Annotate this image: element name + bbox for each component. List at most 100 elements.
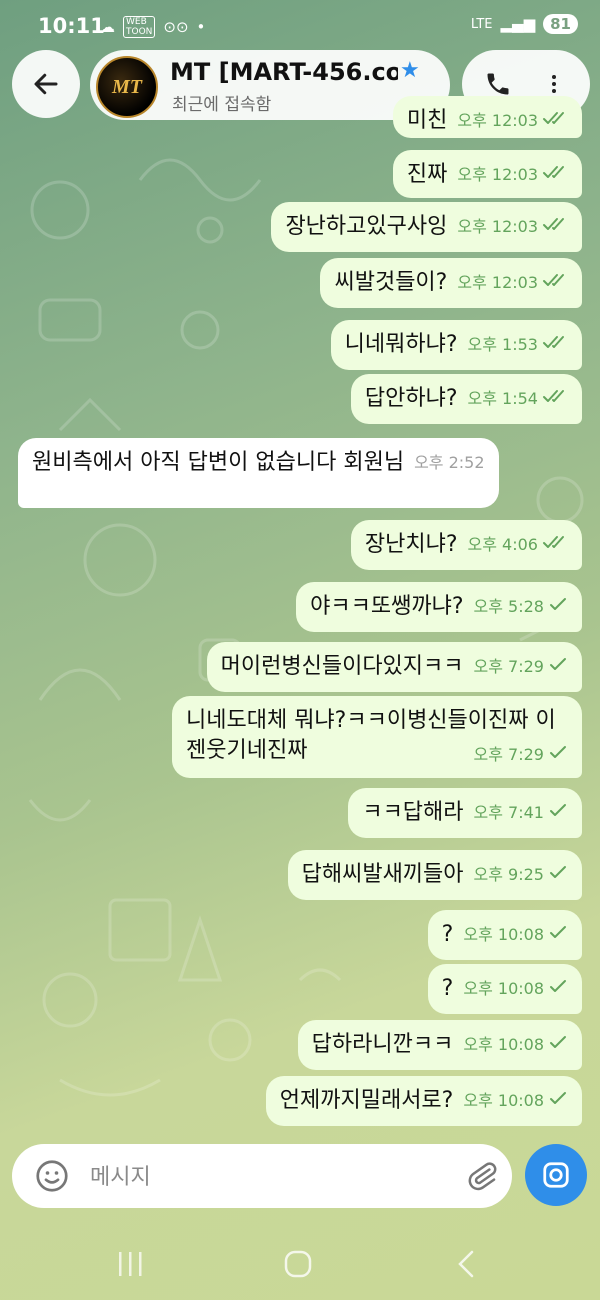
avatar-text: MT [112, 75, 142, 98]
smiley-icon[interactable] [34, 1158, 70, 1194]
double-check-icon [542, 160, 568, 190]
back-nav-button[interactable] [446, 1246, 486, 1282]
incoming-message[interactable]: 원비측에서 아직 답변이 없습니다 회원님 오후 2:52 [18, 438, 499, 508]
check-icon [548, 592, 568, 622]
message-meta: 오후 10:08 [463, 1086, 568, 1116]
message-input[interactable] [88, 1158, 452, 1196]
message-text: 미친 [406, 108, 448, 133]
outgoing-message[interactable]: 장난하고있구사잉 오후 12:03 [271, 202, 582, 252]
double-check-icon [542, 212, 568, 242]
message-time: 오후 7:41 [473, 803, 544, 822]
message-text: 원비측에서 아직 답변이 없습니다 회원님 [32, 450, 405, 475]
check-icon [548, 798, 568, 828]
cloud-icon: ☁ [100, 18, 115, 36]
message-text: ㅋㅋ답해라 [362, 800, 464, 825]
outgoing-message[interactable]: 장난치냐? 오후 4:06 [350, 520, 582, 570]
recent-apps-button[interactable] [110, 1246, 150, 1282]
message-text: 답해씨발새끼들아 [301, 862, 464, 887]
double-check-icon [542, 384, 568, 414]
webtoon-icon: WEB TOON [123, 16, 156, 38]
message-text: 진짜 [406, 162, 448, 187]
message-meta: 오후 10:08 [463, 920, 568, 950]
check-icon [548, 1030, 568, 1060]
chat-status: 최근에 접속함 [172, 95, 272, 115]
message-meta: 오후 1:54 [468, 384, 568, 414]
message-text: 언제까지밀래서로? [279, 1088, 454, 1113]
message-time: 오후 1:54 [467, 389, 538, 408]
system-nav-bar [0, 1228, 600, 1300]
message-text: 답하라니깐ㅋㅋ [311, 1032, 454, 1057]
message-time: 오후 12:03 [457, 165, 538, 184]
message-time: 오후 5:28 [473, 597, 544, 616]
message-meta: 오후 7:29 [474, 740, 568, 770]
message-text: ? [441, 976, 454, 1001]
signal-icon: ▂▄▆ [500, 15, 536, 33]
message-meta: 오후 10:08 [463, 974, 568, 1004]
outgoing-message[interactable]: 답해씨발새끼들아 오후 9:25 [287, 850, 582, 900]
message-meta: 오후 12:03 [457, 212, 568, 242]
message-time: 오후 10:08 [463, 1091, 544, 1110]
status-right: LTE ▂▄▆ 81 [471, 14, 578, 34]
outgoing-message[interactable]: 진짜 오후 12:03 [392, 150, 582, 198]
message-time: 오후 9:25 [473, 865, 544, 884]
message-meta: 오후 1:53 [468, 330, 568, 360]
check-icon [548, 860, 568, 890]
double-check-icon [542, 330, 568, 360]
message-time: 오후 7:29 [473, 657, 544, 676]
network-label: LTE [470, 16, 493, 32]
more-vertical-icon [552, 75, 556, 93]
outgoing-message[interactable]: ㅋㅋ답해라 오후 7:41 [348, 788, 582, 838]
message-time: 오후 10:08 [463, 1035, 544, 1054]
message-meta: 오후 2:52 [414, 448, 484, 478]
message-meta: 오후 12:03 [457, 160, 568, 190]
double-check-icon [542, 106, 568, 136]
message-time: 오후 2:52 [414, 453, 485, 472]
outgoing-message[interactable]: 미친 오후 12:03 [392, 96, 582, 138]
check-icon [548, 974, 568, 1004]
back-button[interactable] [12, 50, 80, 118]
arrow-left-icon [34, 73, 58, 95]
chat-name: MT [MART-456.co [170, 58, 398, 86]
outgoing-message[interactable]: 언제까지밀래서로? 오후 10:08 [265, 1076, 582, 1126]
message-text: 야ㅋㅋ또쌩까냐? [310, 594, 464, 619]
outgoing-message[interactable]: 씨발것들이? 오후 12:03 [320, 258, 582, 308]
outgoing-message[interactable]: 머이런병신들이다있지ㅋㅋ 오후 7:29 [206, 642, 582, 692]
message-meta: 오후 12:03 [457, 268, 568, 298]
voicemail-icon: ⊙⊙ [163, 18, 189, 36]
message-meta: 오후 9:25 [474, 860, 568, 890]
message-text: 장난치냐? [364, 532, 458, 557]
message-time: 오후 4:06 [467, 535, 538, 554]
paperclip-icon[interactable] [464, 1158, 500, 1194]
check-icon [548, 1086, 568, 1116]
message-time: 오후 10:08 [463, 979, 544, 998]
home-icon [284, 1250, 312, 1278]
outgoing-message[interactable]: 니네도대체 뭐냐?ㅋㅋ이병신들이진짜 이젠웃기네진짜 오후 7:29 [172, 696, 582, 778]
message-text: 장난하고있구사잉 [285, 214, 448, 239]
message-time: 오후 1:53 [467, 335, 538, 354]
check-icon [548, 740, 568, 770]
check-icon [548, 920, 568, 950]
message-text: 머이런병신들이다있지ㅋㅋ [220, 654, 464, 679]
message-text: 씨발것들이? [334, 270, 448, 295]
outgoing-message[interactable]: ? 오후 10:08 [427, 910, 582, 960]
avatar[interactable]: MT [96, 56, 158, 118]
outgoing-message[interactable]: 답하라니깐ㅋㅋ 오후 10:08 [297, 1020, 582, 1070]
outgoing-message[interactable]: 답안하냐? 오후 1:54 [350, 374, 582, 424]
outgoing-message[interactable]: 야ㅋㅋ또쌩까냐? 오후 5:28 [296, 582, 582, 632]
check-icon [548, 652, 568, 682]
message-time: 오후 10:08 [463, 925, 544, 944]
status-bar: 10:11 ☁ WEB TOON ⊙⊙ • LTE ▂▄▆ 81 [0, 0, 600, 52]
message-text: ? [441, 922, 454, 947]
message-text: 답안하냐? [364, 386, 458, 411]
home-button[interactable] [278, 1246, 318, 1282]
double-check-icon [542, 530, 568, 560]
recent-apps-icon [119, 1252, 142, 1276]
message-meta: 오후 5:28 [474, 592, 568, 622]
status-time: 10:11 [38, 14, 105, 38]
camera-button[interactable] [525, 1144, 587, 1206]
outgoing-message[interactable]: ? 오후 10:08 [427, 964, 582, 1014]
message-meta: 오후 4:06 [468, 530, 568, 560]
battery-icon: 81 [543, 14, 578, 34]
message-meta: 오후 7:41 [474, 798, 568, 828]
outgoing-message[interactable]: 니네뭐하냐? 오후 1:53 [330, 320, 582, 370]
